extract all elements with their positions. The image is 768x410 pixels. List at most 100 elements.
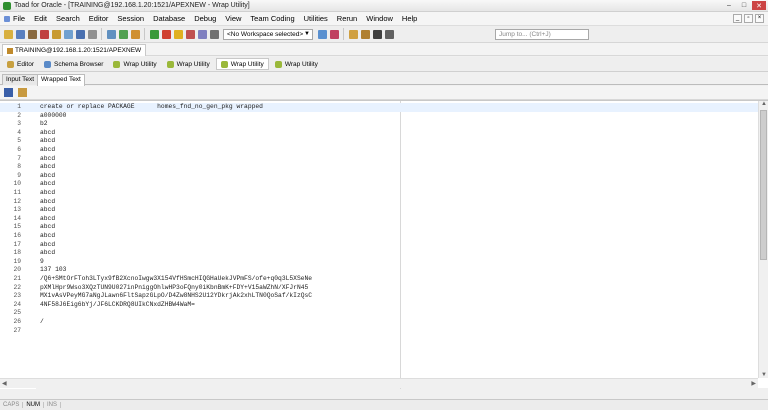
menu-database[interactable]: Database — [153, 14, 185, 23]
graduation-cap-icon[interactable] — [372, 29, 382, 39]
menu-file[interactable]: File — [4, 14, 25, 23]
toolbox-icon[interactable] — [360, 29, 370, 39]
menu-rerun[interactable]: Rerun — [337, 14, 357, 23]
line-number: 23 — [13, 292, 21, 300]
code-line[interactable]: 6 abcd — [0, 146, 758, 155]
window-tab-editor[interactable]: Editor — [3, 58, 38, 70]
code-line[interactable]: 9 abcd — [0, 172, 758, 181]
scroll-up-icon[interactable]: ▲ — [761, 101, 767, 107]
connection-tab[interactable]: TRAINING@192.168.1.20:1521/APEXNEW — [2, 44, 147, 56]
code-line[interactable]: 21/Q6+SMtOrFToh3LTyx9fB2XcnoIwgw3X154VfH… — [0, 275, 758, 284]
menu-editor[interactable]: Editor — [89, 14, 109, 23]
code-line[interactable]: 18 abcd — [0, 249, 758, 258]
workspace-delete-icon[interactable] — [329, 29, 339, 39]
code-line[interactable]: 20 137 103 — [0, 266, 758, 275]
code-line[interactable]: 19 9 — [0, 258, 758, 267]
options-icon[interactable] — [130, 29, 140, 39]
window-icon[interactable] — [106, 29, 116, 39]
menu-search[interactable]: Search — [56, 14, 80, 23]
sql-tracker-icon[interactable] — [39, 29, 49, 39]
code-line[interactable]: 10 abcd — [0, 180, 758, 189]
code-line[interactable]: 2 a000000 — [0, 112, 758, 121]
code-line[interactable]: 1 create or replace PACKAGE homes_fnd_no_… — [0, 103, 758, 112]
menu-debug[interactable]: Debug — [194, 14, 216, 23]
vertical-scrollbar[interactable]: ▲ ▼ — [758, 101, 768, 378]
line-number: 19 — [13, 257, 21, 265]
code-line[interactable]: 24 4NF58J6Eig6bYj/JF6LCKDRQ8UIkCNxdZHBW4W… — [0, 301, 758, 310]
project-manager-icon[interactable] — [51, 29, 61, 39]
schema-browser-icon[interactable] — [15, 29, 25, 39]
close-button[interactable]: ✕ — [752, 1, 766, 10]
code-line[interactable]: 17 abcd — [0, 241, 758, 250]
refresh-icon[interactable] — [118, 29, 128, 39]
code-line[interactable]: 5 abcd — [0, 137, 758, 146]
mdi-minimize-button[interactable]: _ — [733, 14, 742, 23]
code-line[interactable]: 22 pXMlHpr9Wso3XQzTUN9U027inPniggOhlwHP3o… — [0, 284, 758, 293]
workspace-select[interactable]: <No Workspace selected> ▼ — [223, 28, 313, 40]
vertical-scroll-thumb[interactable] — [760, 110, 767, 260]
menu-utilities[interactable]: Utilities — [304, 14, 328, 23]
code-line[interactable]: 8 abcd — [0, 163, 758, 172]
code-line[interactable]: 26 / — [0, 318, 758, 327]
line-number: 17 — [13, 240, 21, 248]
new-editor-icon[interactable] — [3, 29, 13, 39]
window-tab-wrap-utility[interactable]: Wrap Utility — [215, 58, 269, 70]
session-browser-icon[interactable] — [27, 29, 37, 39]
commit-icon[interactable] — [149, 29, 159, 39]
code-line[interactable]: 25 — [0, 309, 758, 318]
explain-plan-icon[interactable] — [197, 29, 207, 39]
wrap-utility-icon — [113, 60, 121, 68]
dropdown-arrow-icon[interactable] — [209, 29, 219, 39]
menu-edit[interactable]: Edit — [34, 14, 47, 23]
lock-icon[interactable] — [173, 29, 183, 39]
workspace-icon[interactable] — [317, 29, 327, 39]
tab-input-text[interactable]: Input Text — [2, 74, 39, 85]
menu-session[interactable]: Session — [117, 14, 144, 23]
code-line[interactable]: 15 abcd — [0, 223, 758, 232]
save-icon[interactable] — [4, 88, 13, 97]
line-text: abcd — [40, 128, 56, 136]
data-grid-icon[interactable] — [63, 29, 73, 39]
code-line[interactable]: 11 abcd — [0, 189, 758, 198]
code-line[interactable]: 16 abcd — [0, 232, 758, 241]
code-line[interactable]: 13 abcd — [0, 206, 758, 215]
title-bar: Toad for Oracle - [TRAINING@192.168.1.20… — [0, 0, 768, 12]
toolbar-separator — [144, 28, 145, 40]
window-tab-wrap-utility[interactable]: Wrap Utility — [163, 58, 214, 70]
code-line[interactable]: 14 abcd — [0, 215, 758, 224]
code-line[interactable]: 7 abcd — [0, 155, 758, 164]
disconnect-icon[interactable] — [87, 29, 97, 39]
jump-to-input[interactable]: Jump to... (Ctrl+J) — [495, 29, 589, 40]
line-number: 15 — [13, 223, 21, 231]
connect-icon[interactable] — [75, 29, 85, 39]
window-tab-wrap-utility[interactable]: Wrap Utility — [109, 58, 160, 70]
minimize-button[interactable]: – — [722, 1, 736, 10]
code-line[interactable]: 3 b2 — [0, 120, 758, 129]
mdi-close-button[interactable]: × — [755, 14, 764, 23]
mdi-restore-button[interactable]: ▫ — [744, 14, 753, 23]
code-line[interactable]: 12 abcd — [0, 198, 758, 207]
menu-help[interactable]: Help — [402, 14, 417, 23]
menu-team-coding[interactable]: Team Coding — [250, 14, 294, 23]
window-tab-wrap-utility[interactable]: Wrap Utility — [271, 58, 322, 70]
dropdown-arrow-icon[interactable] — [384, 29, 394, 39]
code-line[interactable]: 23 MX1vAsVPeyMG7aNgJLawn6FltSapzGLpO/D4Zw… — [0, 292, 758, 301]
code-line[interactable]: 4 abcd — [0, 129, 758, 138]
line-text: abcd — [40, 223, 56, 231]
code-line[interactable]: 27 — [0, 327, 758, 336]
line-text: abcd — [40, 189, 56, 196]
edit-icon[interactable] — [18, 88, 27, 97]
scroll-down-icon[interactable]: ▼ — [761, 372, 767, 378]
menu-view[interactable]: View — [225, 14, 241, 23]
tab-wrapped-text[interactable]: Wrapped Text — [37, 74, 85, 86]
menu-window[interactable]: Window — [366, 14, 393, 23]
horizontal-scrollbar[interactable]: ◀ ▶ — [0, 378, 758, 388]
flashlight-icon[interactable] — [185, 29, 195, 39]
scroll-left-icon[interactable]: ◀ — [2, 380, 7, 387]
rollback-icon[interactable] — [161, 29, 171, 39]
window-tab-schema-browser[interactable]: Schema Browser — [40, 58, 108, 70]
wrapped-text-editor[interactable]: 1 create or replace PACKAGE homes_fnd_no_… — [0, 100, 768, 389]
team-coding-icon[interactable] — [348, 29, 358, 39]
scroll-right-icon[interactable]: ▶ — [751, 380, 756, 387]
maximize-button[interactable]: □ — [737, 1, 751, 10]
